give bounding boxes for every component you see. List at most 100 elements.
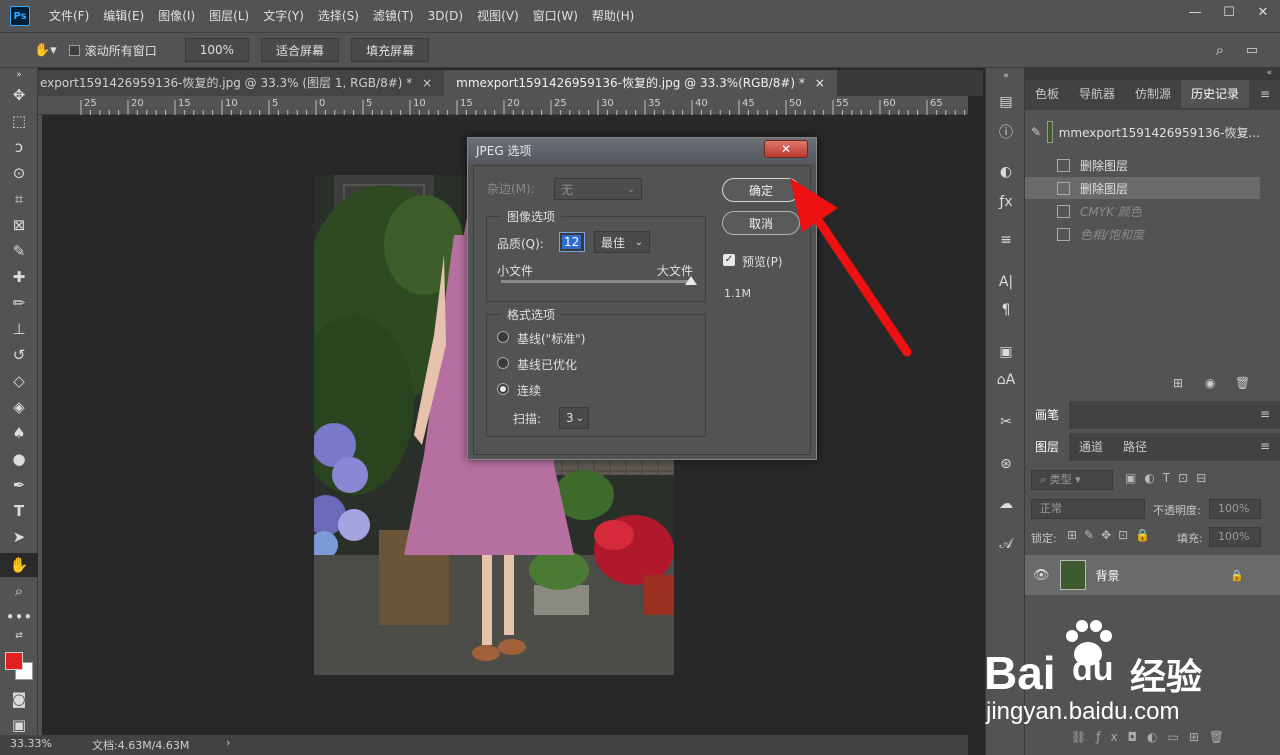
panel-menu-icon[interactable]: ≡ [1260, 407, 1270, 421]
layer-row-background[interactable]: 👁 背景 🔒 [1025, 555, 1280, 595]
menu-3d[interactable]: 3D(D) [421, 0, 470, 32]
close-window-icon[interactable]: ✕ [1246, 0, 1280, 24]
history-snapshot[interactable]: ✎ mmexport1591426959136-恢复... [1025, 120, 1260, 144]
more-tools-icon[interactable]: ••• [0, 604, 38, 630]
camera-snapshot-icon[interactable]: ◉ [1205, 376, 1215, 390]
panel-menu-icon[interactable]: ≡ [1260, 87, 1270, 101]
maximize-icon[interactable]: ☐ [1212, 0, 1246, 24]
collapse-toolbox-icon[interactable]: » [0, 68, 38, 82]
foreground-color-swatch[interactable] [5, 652, 23, 670]
blend-mode-select[interactable]: 正常 [1031, 499, 1145, 519]
glyphs-icon[interactable]: ⊛ [986, 452, 1026, 476]
menu-filter[interactable]: 滤镜(T) [366, 0, 421, 32]
opacity-input[interactable]: 100% [1209, 499, 1261, 519]
adjustments-panel-icon[interactable]: ◐ [986, 160, 1026, 184]
quick-mask-icon[interactable]: ◙ [0, 686, 38, 712]
brush-settings-icon[interactable]: ≡ [986, 228, 1026, 252]
menu-edit[interactable]: 编辑(E) [96, 0, 151, 32]
swap-colors-icon[interactable]: ⇄ [0, 628, 38, 644]
hand-tool-preset-icon[interactable]: ✋▾ [34, 43, 57, 58]
eyedropper-tool-icon[interactable]: ✎ [0, 238, 38, 264]
frame-tool-icon[interactable]: ⊠ [0, 212, 38, 238]
dodge-tool-icon[interactable]: ● [0, 446, 38, 472]
tab-channels[interactable]: 通道 [1069, 433, 1113, 461]
format-baseline-radio[interactable] [497, 331, 509, 343]
quality-slider-thumb[interactable] [685, 276, 697, 285]
brush-tool-icon[interactable]: ✏ [0, 290, 38, 316]
zoom-100-button[interactable]: 100% [184, 38, 250, 62]
menu-select[interactable]: 选择(S) [311, 0, 366, 32]
collapse-panels-icon[interactable]: « [986, 70, 1026, 82]
styles-panel-icon[interactable]: ƒx [986, 190, 1026, 214]
fill-input[interactable]: 100% [1209, 527, 1261, 547]
collapse-right-icon[interactable]: « [1025, 68, 1280, 80]
history-brush-icon[interactable]: ↺ [0, 342, 38, 368]
menu-type[interactable]: 文字(Y) [256, 0, 311, 32]
scans-select[interactable]: 3 ⌄ [559, 407, 589, 429]
new-document-from-state-icon[interactable]: ⊞ [1173, 376, 1183, 390]
menu-window[interactable]: 窗口(W) [526, 0, 585, 32]
layer-filter-kind[interactable]: ⌕ 类型 ▾ [1031, 470, 1113, 490]
paragraph-panel-icon[interactable]: ¶ [986, 298, 1026, 322]
menu-layer[interactable]: 图层(L) [202, 0, 256, 32]
menu-file[interactable]: 文件(F) [42, 0, 96, 32]
hand-tool-icon[interactable]: ✋ [0, 553, 38, 577]
scroll-all-windows-checkbox[interactable]: 滚动所有窗口 [68, 42, 157, 59]
history-item[interactable]: 删除图层 [1025, 154, 1260, 176]
properties-panel-icon[interactable]: ▤ [986, 90, 1026, 114]
layer-filter-icons[interactable]: ▣◐T⊡⊟ [1125, 471, 1214, 485]
paragraph-styles-icon[interactable]: ▣ [986, 340, 1026, 364]
close-tab-icon[interactable]: × [422, 76, 432, 90]
minimize-icon[interactable]: — [1178, 0, 1212, 24]
quality-preset-select[interactable]: 最佳 ⌄ [594, 231, 650, 253]
lasso-tool-icon[interactable]: ↄ [0, 134, 38, 160]
menu-help[interactable]: 帮助(H) [585, 0, 641, 32]
tab-brush[interactable]: 画笔 [1025, 401, 1070, 429]
tab-clone-source[interactable]: 仿制源 [1125, 80, 1181, 108]
glyphs-panel-icon[interactable]: 𝒜 [986, 532, 1026, 556]
paint-bucket-icon[interactable]: ◈ [0, 394, 38, 420]
zoom-tool-icon[interactable]: ⌕ [0, 578, 38, 604]
format-optimized-radio[interactable] [497, 357, 509, 369]
eraser-tool-icon[interactable]: ◇ [0, 368, 38, 394]
blur-tool-icon[interactable]: ♠ [0, 420, 38, 446]
healing-brush-icon[interactable]: ✚ [0, 264, 38, 290]
dialog-close-button[interactable]: ✕ [764, 140, 808, 158]
tab-document-1[interactable]: export1591426959136-恢复的.jpg @ 33.3% (图层 … [38, 70, 445, 96]
history-item[interactable]: 删除图层 [1025, 177, 1260, 199]
lock-options-icons[interactable]: ⊞✎✥⊡🔒 [1067, 528, 1157, 542]
menu-view[interactable]: 视图(V) [470, 0, 526, 32]
quick-select-tool-icon[interactable]: ⊙ [0, 160, 38, 186]
character-panel-icon[interactable]: A| [986, 270, 1026, 294]
quality-slider-track[interactable] [501, 280, 691, 283]
tab-paths[interactable]: 路径 [1113, 433, 1157, 461]
close-tab-icon[interactable]: × [815, 76, 825, 90]
libraries-icon[interactable]: ☁ [986, 492, 1026, 516]
fit-screen-button[interactable]: 适合屏幕 [261, 38, 340, 62]
preview-checkbox[interactable]: ✓ [723, 254, 735, 266]
character-styles-icon[interactable]: ⌂A [986, 368, 1026, 392]
path-select-icon[interactable]: ➤ [0, 524, 38, 550]
status-menu-arrow-icon[interactable]: › [226, 736, 230, 749]
tab-history[interactable]: 历史记录 [1181, 80, 1250, 108]
workspace-icon[interactable]: ▭ [1246, 43, 1258, 58]
type-tool-icon[interactable]: T [0, 498, 38, 524]
history-item[interactable]: CMYK 颜色 [1025, 200, 1260, 222]
tab-layers[interactable]: 图层 [1025, 433, 1070, 461]
menu-image[interactable]: 图像(I) [151, 0, 202, 32]
marquee-tool-icon[interactable]: ⬚ [0, 108, 38, 134]
panel-menu-icon[interactable]: ≡ [1260, 439, 1270, 453]
crop-tool-icon[interactable]: ⌗ [0, 186, 38, 212]
tab-navigator[interactable]: 导航器 [1069, 80, 1125, 108]
history-item[interactable]: 色相/饱和度 [1025, 223, 1260, 245]
visibility-eye-icon[interactable]: 👁 [1033, 568, 1050, 583]
clone-stamp-icon[interactable]: ⊥ [0, 316, 38, 342]
move-tool-icon[interactable]: ✥ [0, 82, 38, 108]
tab-swatches[interactable]: 色板 [1025, 80, 1069, 108]
tab-document-2[interactable]: mmexport1591426959136-恢复的.jpg @ 33.3%(RG… [444, 70, 837, 96]
format-progressive-radio[interactable] [497, 383, 509, 395]
matte-select[interactable]: 无 ⌄ [554, 178, 642, 200]
trash-icon[interactable]: 🗑 [1235, 376, 1250, 390]
fill-screen-button[interactable]: 填充屏幕 [351, 38, 430, 62]
history-brush-source-icon[interactable]: ✎ [1031, 125, 1041, 139]
